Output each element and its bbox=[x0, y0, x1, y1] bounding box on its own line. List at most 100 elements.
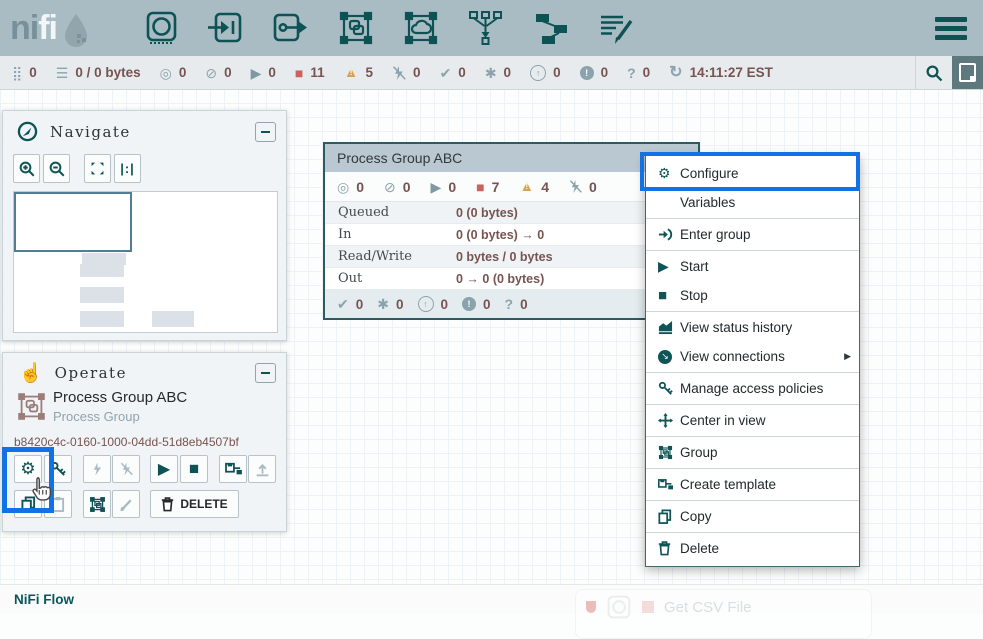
pg-stopped-count: 7 bbox=[492, 179, 500, 195]
pg-sync-failure-count: 0 bbox=[520, 297, 528, 312]
play-icon: ▶ bbox=[158, 459, 170, 479]
center-in-view-icon bbox=[658, 413, 680, 428]
menu-item-stop[interactable]: ■ Stop bbox=[646, 281, 859, 310]
minimap-component bbox=[80, 311, 124, 327]
menu-item-start[interactable]: ▶ Start bbox=[646, 252, 859, 281]
menu-item-label: Start bbox=[680, 259, 709, 274]
pg-not-transmitting-count: 0 bbox=[403, 179, 411, 195]
status-bar: ⣿ 0 ☰ 0 / 0 bytes ◎ 0 ⊘ 0 ▶ 0 ■ 11 ▲! 5 … bbox=[0, 56, 983, 90]
check-icon: ✔ bbox=[337, 297, 349, 311]
processor-icon[interactable] bbox=[140, 7, 182, 49]
stat-refresh: ↻ 14:11:27 EST bbox=[669, 65, 773, 81]
menu-item-label: Enter group bbox=[680, 227, 751, 242]
refresh-icon[interactable]: ↻ bbox=[669, 65, 682, 81]
delete-button-label: DELETE bbox=[180, 497, 227, 511]
upload-template-button[interactable] bbox=[248, 455, 276, 483]
logo-text-fi: fi bbox=[38, 8, 57, 48]
stop-icon: ■ bbox=[295, 66, 303, 80]
menu-item-enter-group[interactable]: Enter group bbox=[646, 220, 859, 249]
zoom-out-button[interactable] bbox=[43, 154, 70, 183]
zoom-actual-size-button[interactable]: |:| bbox=[114, 154, 141, 183]
collapse-operate-button[interactable] bbox=[255, 363, 276, 383]
bolt-icon bbox=[91, 461, 104, 477]
navigate-buttons: |:| bbox=[13, 154, 286, 183]
bolt-slash-icon bbox=[569, 179, 582, 194]
zoom-fit-button[interactable] bbox=[84, 154, 111, 183]
enable-button[interactable] bbox=[83, 455, 111, 483]
stop-icon: ■ bbox=[476, 180, 484, 194]
menu-item-label: Manage access policies bbox=[680, 381, 823, 396]
menu-item-variables[interactable]: Variables bbox=[646, 188, 859, 217]
processor-icon bbox=[606, 594, 632, 620]
invalid-count: 5 bbox=[366, 65, 374, 80]
bulletin-board-button[interactable] bbox=[952, 56, 983, 89]
trash-icon bbox=[161, 497, 174, 512]
queued-count: 0 / 0 bytes bbox=[75, 65, 140, 80]
one-to-one-icon: |:| bbox=[120, 161, 135, 176]
running-count: 0 bbox=[268, 65, 276, 80]
row-label: Read/Write bbox=[325, 249, 456, 264]
menu-item-label: Stop bbox=[680, 288, 708, 303]
stop-button[interactable]: ■ bbox=[180, 455, 208, 483]
stat-stale: ↑ 0 bbox=[530, 65, 561, 81]
save-template-button[interactable] bbox=[219, 455, 247, 483]
zoom-in-button[interactable] bbox=[13, 154, 40, 183]
asterisk-icon: ✱ bbox=[377, 297, 389, 311]
breadcrumb-root[interactable]: NiFi Flow bbox=[14, 592, 74, 607]
collapse-navigate-button[interactable] bbox=[255, 122, 276, 142]
stat-active-threads: ⣿ 0 bbox=[12, 65, 37, 80]
minimap-viewport[interactable] bbox=[14, 192, 132, 252]
menu-item-create-template[interactable]: Create template bbox=[646, 470, 859, 499]
navigate-panel-header: Navigate bbox=[3, 111, 286, 148]
stat-up-to-date: ✔ 0 bbox=[440, 65, 466, 80]
exclamation-circle-icon: ! bbox=[580, 66, 594, 80]
search-button[interactable] bbox=[915, 56, 952, 89]
stat-invalid: ▲! 5 bbox=[344, 65, 373, 80]
table-row: Out 0 → 0 (0 bytes) bbox=[325, 268, 698, 290]
up-to-date-count: 0 bbox=[458, 65, 466, 80]
menu-item-delete[interactable]: Delete bbox=[646, 534, 859, 563]
sync-failure-count: 0 bbox=[643, 65, 651, 80]
stale-count: 0 bbox=[553, 65, 561, 80]
last-refresh-time: 14:11:27 EST bbox=[690, 65, 773, 80]
pg-locally-modified-count: 0 bbox=[396, 297, 404, 312]
process-group-icon[interactable] bbox=[335, 7, 377, 49]
group-button[interactable] bbox=[83, 490, 111, 518]
start-button[interactable]: ▶ bbox=[150, 455, 178, 483]
table-row: Read/Write 0 bytes / 0 bytes bbox=[325, 246, 698, 268]
menu-item-label: View connections bbox=[680, 349, 785, 364]
menu-item-manage-access-policies[interactable]: Manage access policies bbox=[646, 374, 859, 403]
table-row: In 0 (0 bytes) → 0 bbox=[325, 224, 698, 246]
not-transmitting-icon: ⊘ bbox=[205, 66, 217, 80]
delete-button[interactable]: DELETE bbox=[150, 490, 239, 518]
funnel-icon[interactable] bbox=[465, 7, 507, 49]
question-icon: ? bbox=[627, 66, 636, 80]
menu-item-group[interactable]: Group bbox=[646, 438, 859, 467]
menu-item-label: Group bbox=[680, 445, 718, 460]
question-icon: ? bbox=[505, 297, 514, 311]
menu-item-center-in-view[interactable]: Center in view bbox=[646, 406, 859, 435]
disable-button[interactable] bbox=[112, 455, 140, 483]
menu-item-view-status-history[interactable]: View status history bbox=[646, 313, 859, 342]
logo-text-ni: ni bbox=[10, 8, 38, 48]
row-label: Out bbox=[325, 271, 456, 286]
global-menu-icon[interactable] bbox=[935, 17, 967, 40]
group-icon bbox=[89, 496, 106, 513]
selected-component-name: Process Group ABC bbox=[53, 389, 187, 406]
save-template-icon bbox=[225, 462, 242, 477]
color-button[interactable] bbox=[112, 490, 140, 518]
template-icon[interactable] bbox=[530, 7, 572, 49]
output-port-icon[interactable] bbox=[270, 7, 312, 49]
locally-modified-stale-count: 0 bbox=[601, 65, 609, 80]
remote-process-group-icon[interactable] bbox=[400, 7, 442, 49]
pg-running-count: 0 bbox=[448, 179, 456, 195]
birdseye-minimap[interactable] bbox=[13, 191, 278, 333]
menu-item-copy[interactable]: Copy bbox=[646, 502, 859, 531]
menu-item-label: Center in view bbox=[680, 413, 766, 428]
input-port-icon[interactable] bbox=[205, 7, 247, 49]
list-icon: ☰ bbox=[56, 66, 69, 80]
label-icon[interactable] bbox=[595, 7, 637, 49]
minimap-component bbox=[80, 264, 124, 277]
warning-icon: ▲! bbox=[344, 65, 359, 80]
menu-item-view-connections[interactable]: ↘ View connections ▶ bbox=[646, 342, 859, 371]
